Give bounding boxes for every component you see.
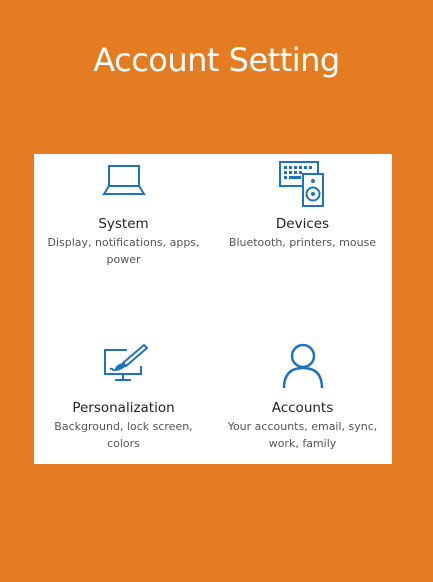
settings-panel: System Display, notifications, apps, pow… [34, 154, 392, 464]
tile-label: Personalization [72, 400, 175, 416]
tile-description: Bluetooth, printers, mouse [228, 236, 377, 249]
settings-tile-personalization[interactable]: Personalization Background, lock screen,… [34, 309, 213, 464]
laptop-icon [34, 160, 213, 204]
settings-tile-system[interactable]: System Display, notifications, apps, pow… [34, 154, 213, 309]
settings-tile-devices[interactable]: Devices Bluetooth, printers, mouse [213, 154, 392, 309]
account-setting-page: Account Setting System Display, notifica… [0, 0, 433, 582]
tile-description: Your accounts, email, sync, work, family [227, 420, 378, 450]
tile-label: Accounts [271, 400, 334, 416]
paintbrush-monitor-icon [34, 342, 213, 388]
tile-label: System [98, 216, 149, 232]
tile-description: Background, lock screen, colors [54, 420, 193, 450]
tile-label: Devices [275, 216, 330, 232]
settings-tile-accounts[interactable]: Accounts Your accounts, email, sync, wor… [213, 309, 392, 464]
page-title: Account Setting [93, 41, 340, 79]
person-icon [213, 342, 392, 396]
tile-description: Display, notifications, apps, power [47, 236, 200, 266]
keyboard-speaker-icon [213, 160, 392, 212]
